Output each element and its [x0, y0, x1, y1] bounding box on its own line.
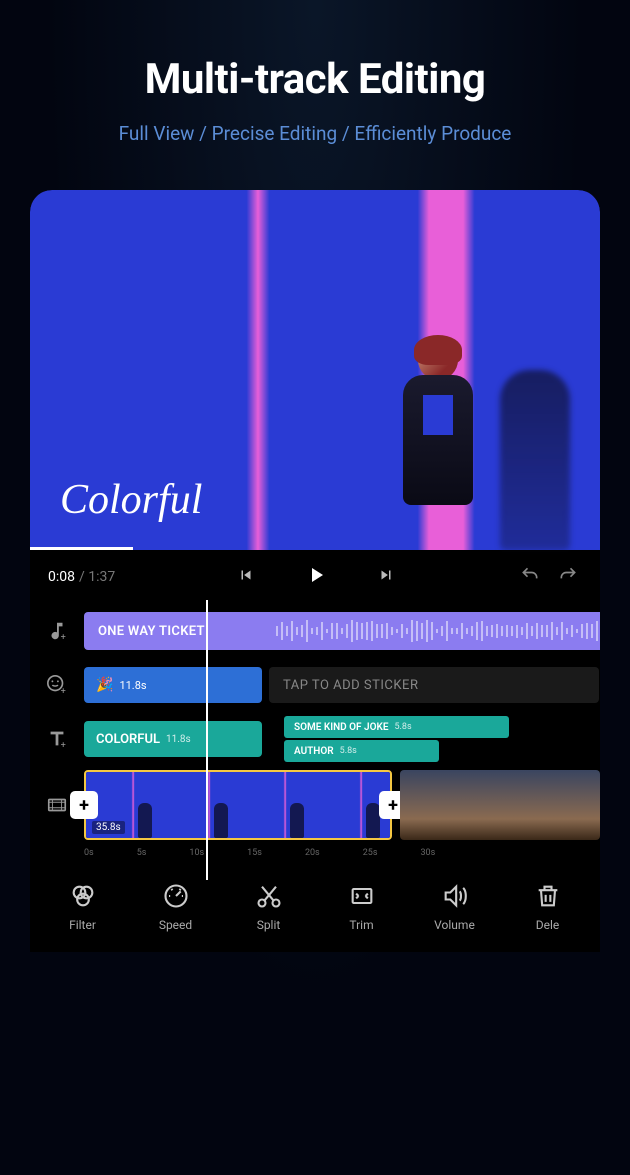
text-clip-author[interactable]: AUTHOR 5.8s	[284, 740, 439, 762]
editor-panel: Colorful 0:08 / 1:37 +	[30, 190, 600, 952]
sticker-clip[interactable]: 🎉 11.8s	[84, 667, 262, 703]
time-current: 0:08 / 1:37	[48, 566, 115, 585]
text-clip-label: AUTHOR	[294, 746, 334, 757]
undo-button[interactable]	[516, 561, 544, 589]
hero-title: Multi-track Editing	[0, 55, 630, 104]
music-icon[interactable]: +	[30, 620, 84, 642]
timeline-tracks: + ONE WAY TICKET + 🎉 11.8s TAP TO ADD ST…	[30, 600, 600, 858]
text-clip-duration: 5.8s	[394, 722, 411, 732]
volume-button[interactable]: Volume	[408, 882, 501, 932]
text-clip-duration: 5.8s	[340, 746, 357, 756]
filter-button[interactable]: Filter	[36, 882, 129, 932]
video-track-row: 35.8s + +	[30, 770, 600, 840]
preview-progress[interactable]	[30, 547, 133, 550]
prev-button[interactable]	[232, 561, 260, 589]
party-icon: 🎉	[96, 677, 113, 693]
trim-button[interactable]: Trim	[315, 882, 408, 932]
redo-button[interactable]	[554, 561, 582, 589]
bottom-toolbar: Filter Speed Split Trim Volume Dele	[30, 882, 600, 932]
svg-text:+: +	[61, 687, 66, 696]
preview-overlay-text: Colorful	[60, 476, 202, 524]
add-sticker-placeholder[interactable]: TAP TO ADD STICKER	[269, 667, 599, 703]
text-clip-label: COLORFUL	[96, 732, 160, 747]
add-clip-before-button[interactable]: +	[70, 791, 98, 819]
playhead[interactable]	[206, 600, 208, 880]
speed-button[interactable]: Speed	[129, 882, 222, 932]
sticker-duration: 11.8s	[119, 679, 146, 692]
text-clip-colorful[interactable]: COLORFUL 11.8s	[84, 721, 262, 757]
text-clip-label: SOME KIND OF JOKE	[294, 722, 388, 733]
split-button[interactable]: Split	[222, 882, 315, 932]
delete-button[interactable]: Dele	[501, 882, 594, 932]
next-button[interactable]	[372, 561, 400, 589]
sticker-icon[interactable]: +	[30, 674, 84, 696]
video-preview[interactable]: Colorful	[30, 190, 600, 550]
video-duration: 35.8s	[92, 821, 125, 834]
svg-text:+: +	[61, 633, 66, 642]
playback-controls: 0:08 / 1:37	[30, 550, 600, 600]
audio-clip[interactable]: ONE WAY TICKET	[84, 612, 600, 650]
play-button[interactable]	[302, 561, 330, 589]
svg-text:+: +	[61, 741, 66, 750]
text-track-row: + COLORFUL 11.8s SOME KIND OF JOKE 5.8s …	[30, 716, 600, 762]
sticker-track-row: + 🎉 11.8s TAP TO ADD STICKER	[30, 662, 600, 708]
audio-title: ONE WAY TICKET	[98, 624, 205, 639]
hero-subtitle: Full View / Precise Editing / Efficientl…	[0, 122, 630, 145]
video-clip-selected[interactable]: 35.8s	[84, 770, 392, 840]
text-icon[interactable]: +	[30, 728, 84, 750]
text-clip-joke[interactable]: SOME KIND OF JOKE 5.8s	[284, 716, 509, 738]
audio-track-row: + ONE WAY TICKET	[30, 608, 600, 654]
video-clip-2[interactable]	[400, 770, 600, 840]
text-clip-duration: 11.8s	[166, 734, 191, 745]
time-ruler: 0s5s10s15s20s25s30s	[30, 848, 600, 858]
